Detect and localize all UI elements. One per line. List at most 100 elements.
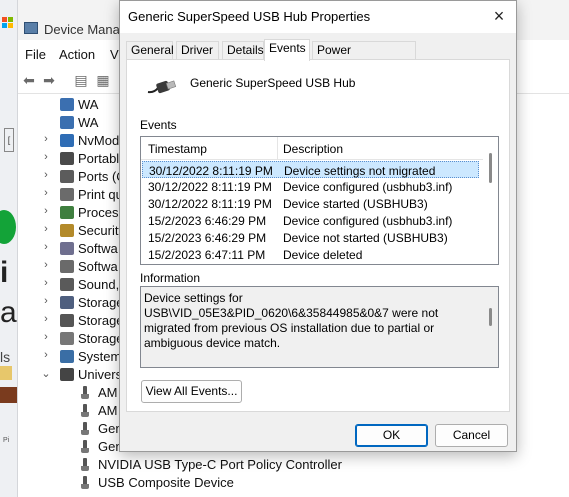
- help-icon[interactable]: ▦: [94, 72, 112, 88]
- chevron-right-icon[interactable]: ›: [41, 133, 51, 145]
- information-scrollbar[interactable]: [483, 287, 498, 367]
- tree-item-label: AM: [98, 403, 118, 418]
- chevron-right-icon[interactable]: ›: [41, 331, 51, 343]
- tree-item[interactable]: NVIDIA USB Type-C Port Policy Controller: [18, 456, 558, 474]
- chevron-right-icon[interactable]: ›: [41, 277, 51, 289]
- partial-box: [: [4, 128, 14, 152]
- ok-button[interactable]: OK: [355, 424, 428, 447]
- tree-item-label: WA: [78, 115, 99, 130]
- system-device-icon: [60, 350, 74, 363]
- storage-icon: [60, 314, 74, 327]
- tree-item-label: Security: [78, 223, 125, 238]
- tree-item-label: Storage: [78, 313, 124, 328]
- chevron-right-icon[interactable]: ›: [41, 259, 51, 271]
- event-description: Device started (USBHUB3): [283, 197, 428, 211]
- events-section-label: Events: [140, 118, 177, 132]
- chevron-right-icon[interactable]: ›: [41, 223, 51, 235]
- tab-events[interactable]: Events: [264, 39, 310, 61]
- event-description: Device deleted: [283, 248, 363, 262]
- information-textbox[interactable]: Device settings for USB\VID_05E3&PID_062…: [140, 286, 499, 368]
- processor-icon: [60, 206, 74, 219]
- forward-arrow-icon[interactable]: ➡: [40, 72, 58, 88]
- tree-item-label: USB Composite Device: [98, 475, 234, 490]
- event-row[interactable]: 30/12/2022 8:11:19 PM Device settings not…: [142, 161, 479, 178]
- chevron-right-icon[interactable]: ›: [41, 169, 51, 181]
- tree-item-label: Softwa: [78, 241, 118, 256]
- menu-file[interactable]: File: [25, 47, 46, 62]
- tree-item-label: Storage: [78, 331, 124, 346]
- event-timestamp: 15/2/2023 6:47:11 PM: [148, 248, 266, 262]
- usb-icon: [80, 440, 90, 454]
- view-all-events-button[interactable]: View All Events...: [141, 380, 242, 403]
- event-timestamp: 15/2/2023 6:46:29 PM: [148, 214, 267, 228]
- tab-details[interactable]: Details: [222, 41, 264, 60]
- close-icon[interactable]: ×: [486, 4, 512, 28]
- events-scrollbar-thumb[interactable]: [489, 153, 492, 183]
- tree-item-label: NVIDIA USB Type-C Port Policy Controller: [98, 457, 342, 472]
- event-timestamp: 30/12/2022 8:11:19 PM: [148, 180, 272, 194]
- properties-dialog: Generic SuperSpeed USB Hub Properties × …: [119, 0, 517, 452]
- chevron-right-icon[interactable]: ›: [41, 205, 51, 217]
- tree-item-label: Sound,: [78, 277, 120, 292]
- event-row[interactable]: 15/2/2023 6:47:11 PM Device deleted: [142, 246, 479, 263]
- network-adapter-icon: [60, 116, 74, 129]
- back-arrow-icon[interactable]: ⬅: [20, 72, 38, 88]
- tab-driver[interactable]: Driver: [176, 41, 219, 60]
- software-component-icon: [60, 242, 74, 255]
- event-row[interactable]: 15/2/2023 6:46:29 PM Device configured (u…: [142, 212, 479, 229]
- partial-letter: i: [0, 256, 9, 289]
- tree-item-label: Portabl: [78, 151, 120, 166]
- menu-action[interactable]: Action: [59, 47, 95, 62]
- port-icon: [60, 170, 74, 183]
- column-header-description[interactable]: Description: [283, 142, 343, 156]
- device-name: Generic SuperSpeed USB Hub: [190, 76, 356, 90]
- information-text: Device settings for USB\VID_05E3&PID_062…: [144, 291, 439, 367]
- device-manager-icon: [24, 22, 38, 34]
- chevron-right-icon[interactable]: ›: [41, 295, 51, 307]
- storage-volume-icon: [60, 332, 74, 345]
- events-list[interactable]: Timestamp Description 30/12/2022 8:11:19…: [140, 136, 499, 265]
- folder-icon: [0, 366, 12, 380]
- software-device-icon: [60, 260, 74, 273]
- event-description: Device settings not migrated: [284, 164, 436, 178]
- tree-item[interactable]: USB Composite Device: [18, 474, 558, 492]
- tree-item-label: AM: [98, 385, 118, 400]
- menu-view[interactable]: V: [110, 47, 119, 62]
- tree-item-label: System: [78, 349, 122, 364]
- cancel-button[interactable]: Cancel: [435, 424, 508, 447]
- chevron-right-icon[interactable]: ›: [41, 349, 51, 361]
- chevron-right-icon[interactable]: ›: [41, 187, 51, 199]
- green-status-icon: [0, 210, 16, 244]
- event-description: Device configured (usbhub3.inf): [283, 180, 453, 194]
- properties-icon[interactable]: ▤: [72, 72, 90, 88]
- tab-power-management[interactable]: Power Management: [312, 41, 416, 74]
- event-row[interactable]: 30/12/2022 8:11:19 PM Device configured (…: [142, 178, 479, 195]
- chevron-down-icon[interactable]: ⌄: [41, 367, 51, 380]
- tree-item-label: Storage: [78, 295, 124, 310]
- events-scrollbar[interactable]: [483, 137, 498, 264]
- usb-hub-icon: [147, 80, 177, 94]
- chevron-right-icon[interactable]: ›: [41, 241, 51, 253]
- tab-general[interactable]: General: [126, 41, 174, 60]
- event-description: Device configured (usbhub3.inf): [283, 214, 453, 228]
- storage-controller-icon: [60, 296, 74, 309]
- event-row[interactable]: 15/2/2023 6:46:29 PM Device not started (…: [142, 229, 479, 246]
- tree-item-label: Process: [78, 205, 125, 220]
- tree-item-label: WA: [78, 97, 99, 112]
- background-window-strip: [ i a ls Pi: [0, 0, 18, 497]
- information-scrollbar-thumb[interactable]: [489, 308, 492, 326]
- network-adapter-icon: [60, 98, 74, 111]
- event-row[interactable]: 30/12/2022 8:11:19 PM Device started (USB…: [142, 195, 479, 212]
- dialog-title: Generic SuperSpeed USB Hub Properties: [128, 9, 371, 24]
- printer-icon: [60, 188, 74, 201]
- column-divider[interactable]: [277, 137, 278, 160]
- chevron-right-icon[interactable]: ›: [41, 313, 51, 325]
- chevron-right-icon[interactable]: ›: [41, 151, 51, 163]
- partial-letter: a: [0, 296, 17, 329]
- column-header-timestamp[interactable]: Timestamp: [148, 142, 207, 156]
- device-manager-title: Device Manag: [44, 22, 128, 37]
- usb-controller-icon: [60, 368, 74, 381]
- usb-icon: [80, 476, 90, 490]
- partial-text: ls: [0, 349, 11, 365]
- speaker-icon: [60, 278, 74, 291]
